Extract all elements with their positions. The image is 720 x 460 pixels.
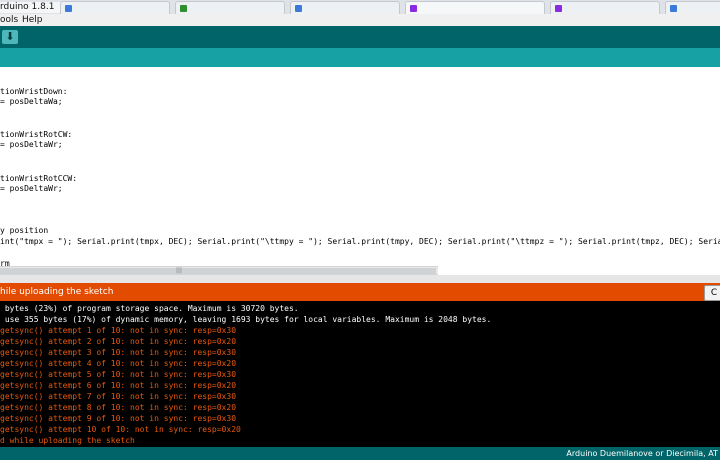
console-line: getsync() attempt 2 of 10: not in sync: … bbox=[0, 337, 237, 346]
console-line: use 355 bytes (17%) of dynamic memory, l… bbox=[0, 315, 492, 324]
scrollbar-grip-icon: ||| bbox=[176, 267, 183, 274]
tab-favicon-icon bbox=[180, 5, 187, 12]
sketch-tab-strip bbox=[0, 48, 720, 67]
console-line: getsync() attempt 5 of 10: not in sync: … bbox=[0, 370, 237, 379]
status-message: hile uploading the sketch bbox=[0, 287, 114, 297]
board-status-footer: Arduino Duemilanove or Diecimila, AT bbox=[0, 447, 720, 460]
code-line: = posDeltaWr; bbox=[0, 184, 63, 193]
code-line: = posDeltaWa; bbox=[0, 97, 63, 106]
export-icon[interactable]: ⬇ bbox=[2, 30, 18, 44]
board-name: Arduino Duemilanove or Diecimila, AT bbox=[566, 449, 718, 458]
scrollbar-thumb[interactable] bbox=[0, 268, 436, 274]
code-editor[interactable]: tionWristDown: = posDeltaWa; tionWristRo… bbox=[0, 67, 720, 266]
console-line: d while uploading the sketch bbox=[0, 436, 135, 445]
toolbar: ⬇ bbox=[0, 26, 720, 48]
console-line: getsync() attempt 6 of 10: not in sync: … bbox=[0, 381, 237, 390]
browser-tab-strip: rduino 1.8.1 bbox=[0, 0, 720, 14]
code-line: = posDeltaWr; bbox=[0, 140, 63, 149]
code-line: tionWristDown: bbox=[0, 87, 68, 96]
browser-tab[interactable] bbox=[405, 1, 545, 14]
code-line: int("tmpx = "); Serial.print(tmpx, DEC);… bbox=[0, 237, 720, 246]
browser-tab[interactable] bbox=[60, 1, 170, 14]
menu-tools[interactable]: ools bbox=[0, 14, 18, 26]
menu-help[interactable]: Help bbox=[22, 14, 43, 26]
console-output[interactable]: bytes (23%) of program storage space. Ma… bbox=[0, 301, 720, 447]
browser-tab[interactable] bbox=[665, 1, 720, 14]
editor-horizontal-scrollbar[interactable]: ||| bbox=[0, 266, 438, 275]
copy-error-button[interactable]: C bbox=[704, 285, 720, 301]
console-line: getsync() attempt 10 of 10: not in sync:… bbox=[0, 425, 241, 434]
window-title: rduino 1.8.1 bbox=[0, 2, 61, 13]
console-line: getsync() attempt 8 of 10: not in sync: … bbox=[0, 403, 237, 412]
console-line: getsync() attempt 3 of 10: not in sync: … bbox=[0, 348, 237, 357]
code-line: tionWristRotCCW: bbox=[0, 174, 78, 183]
tab-favicon-icon bbox=[670, 5, 677, 12]
code-line: rm bbox=[0, 259, 10, 266]
tab-favicon-icon bbox=[410, 5, 417, 12]
browser-tab[interactable] bbox=[550, 1, 660, 14]
console-line: bytes (23%) of program storage space. Ma… bbox=[0, 304, 299, 313]
code-line: y position bbox=[0, 226, 49, 235]
menu-bar: ools Help bbox=[0, 14, 720, 26]
pane-divider[interactable] bbox=[0, 275, 720, 283]
console-line: getsync() attempt 1 of 10: not in sync: … bbox=[0, 326, 237, 335]
tab-favicon-icon bbox=[65, 5, 72, 12]
console-line: getsync() attempt 9 of 10: not in sync: … bbox=[0, 414, 237, 423]
tab-favicon-icon bbox=[295, 5, 302, 12]
error-status-bar: hile uploading the sketch C bbox=[0, 283, 720, 301]
tab-favicon-icon bbox=[555, 5, 562, 12]
console-line: getsync() attempt 7 of 10: not in sync: … bbox=[0, 392, 237, 401]
console-line: getsync() attempt 4 of 10: not in sync: … bbox=[0, 359, 237, 368]
browser-tab[interactable] bbox=[290, 1, 400, 14]
browser-tab[interactable] bbox=[175, 1, 285, 14]
code-line: tionWristRotCW: bbox=[0, 130, 73, 139]
